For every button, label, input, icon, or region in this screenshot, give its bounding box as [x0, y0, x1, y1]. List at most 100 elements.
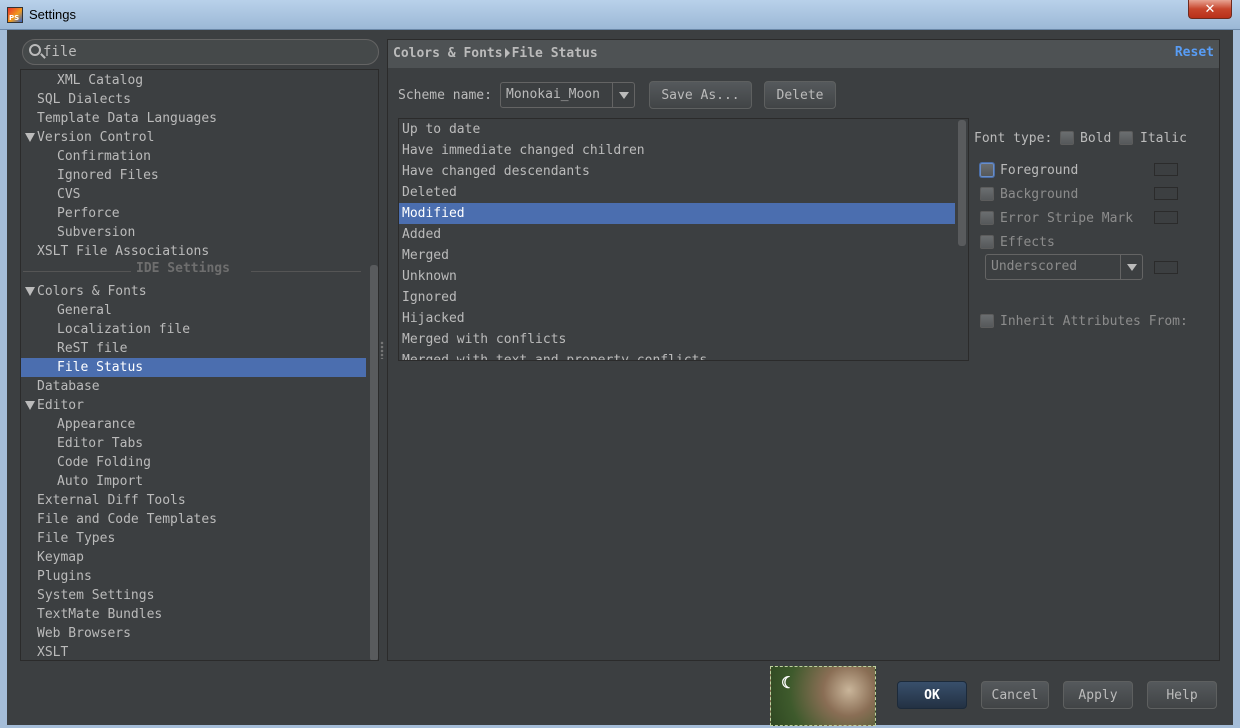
tree-item-file-types[interactable]: File Types — [21, 529, 366, 548]
tree-item-textmate-bundles[interactable]: TextMate Bundles — [21, 605, 366, 624]
bold-label: Bold — [1080, 131, 1112, 146]
save-as-button[interactable]: Save As... — [649, 81, 752, 109]
tree-item-label: Appearance — [57, 417, 136, 432]
window-frame-left — [0, 30, 7, 728]
tree-item-label: Web Browsers — [37, 626, 131, 641]
tree-item-external-diff-tools[interactable]: External Diff Tools — [21, 491, 366, 510]
tree-item-label: Editor — [37, 398, 84, 413]
list-item-unknown[interactable]: Unknown — [399, 266, 955, 287]
tree-item-cvs[interactable]: CVS — [21, 185, 366, 204]
tree-item-code-folding[interactable]: Code Folding — [21, 453, 366, 472]
section-label-ide-settings: IDE Settings — [136, 261, 230, 276]
inherit-attributes-label: Inherit Attributes From: — [1000, 314, 1188, 329]
file-status-list[interactable]: Up to date Have immediate changed childr… — [398, 118, 969, 361]
ok-button[interactable]: OK — [897, 681, 967, 709]
tree-item-auto-import[interactable]: Auto Import — [21, 472, 366, 491]
background-color-swatch[interactable] — [1154, 187, 1178, 200]
moon-icon: ☾ — [781, 673, 796, 692]
search-input[interactable] — [43, 43, 363, 61]
title-bar: PS Settings ✕ — [0, 0, 1240, 30]
expand-arrow-icon[interactable] — [25, 133, 35, 142]
tree-item-label: File Types — [37, 531, 116, 546]
tree-item-localization-file[interactable]: Localization file — [21, 320, 366, 339]
tree-item-rest-file[interactable]: ReST file — [21, 339, 366, 358]
tree-item-label: Database — [37, 379, 100, 394]
list-item-immediate-changed-children[interactable]: Have immediate changed children — [399, 140, 955, 161]
tree-item-database[interactable]: Database — [21, 377, 366, 396]
tree-item-general[interactable]: General — [21, 301, 366, 320]
apply-button[interactable]: Apply — [1063, 681, 1133, 709]
bold-checkbox[interactable] — [1060, 131, 1074, 145]
effects-type-select[interactable]: Underscored — [985, 254, 1143, 280]
foreground-color-swatch[interactable] — [1154, 163, 1178, 176]
scheme-name-label: Scheme name: — [398, 88, 492, 103]
tree-item-system-settings[interactable]: System Settings — [21, 586, 366, 605]
tree-item-keymap[interactable]: Keymap — [21, 548, 366, 567]
tree-item-xslt-file-associations[interactable]: XSLT File Associations — [21, 242, 366, 261]
tree-item-colors-fonts[interactable]: Colors & Fonts — [21, 282, 366, 301]
tree-item-subversion[interactable]: Subversion — [21, 223, 366, 242]
list-item-up-to-date[interactable]: Up to date — [399, 119, 955, 140]
background-checkbox[interactable] — [980, 187, 994, 201]
list-item-added[interactable]: Added — [399, 224, 955, 245]
tree-item-perforce[interactable]: Perforce — [21, 204, 366, 223]
tree-item-file-status[interactable]: File Status — [21, 358, 366, 377]
list-item-deleted[interactable]: Deleted — [399, 182, 955, 203]
list-scrollbar[interactable] — [958, 120, 966, 246]
tree-item-web-browsers[interactable]: Web Browsers — [21, 624, 366, 643]
list-item-merged-with-conflicts[interactable]: Merged with conflicts — [399, 329, 955, 350]
tree-item-label: SQL Dialects — [37, 92, 131, 107]
error-stripe-color-swatch[interactable] — [1154, 211, 1178, 224]
breadcrumb: Colors & Fonts File Status — [393, 46, 598, 61]
splitter-handle[interactable] — [380, 341, 384, 359]
list-item-changed-descendants[interactable]: Have changed descendants — [399, 161, 955, 182]
tree-item-label: File and Code Templates — [37, 512, 218, 527]
tree-item-editor-tabs[interactable]: Editor Tabs — [21, 434, 366, 453]
search-box[interactable] — [22, 39, 379, 65]
tree-item-label: XSLT — [37, 645, 69, 660]
window-frame-right — [1233, 30, 1240, 728]
italic-checkbox[interactable] — [1119, 131, 1133, 145]
foreground-checkbox[interactable] — [980, 163, 994, 177]
inherit-attributes-checkbox[interactable] — [980, 314, 994, 328]
list-item-ignored[interactable]: Ignored — [399, 287, 955, 308]
effects-checkbox[interactable] — [980, 235, 994, 249]
tree-item-plugins[interactable]: Plugins — [21, 567, 366, 586]
list-item-merged[interactable]: Merged — [399, 245, 955, 266]
tree-scrollbar[interactable] — [370, 265, 378, 660]
wallpaper-thumbnail: ☾ — [770, 666, 876, 726]
breadcrumb-arrow-icon — [504, 47, 510, 58]
tree-item-sql-dialects[interactable]: SQL Dialects — [21, 90, 366, 109]
effects-color-swatch[interactable] — [1154, 261, 1178, 274]
reset-link[interactable]: Reset — [1175, 45, 1214, 60]
search-icon — [29, 44, 41, 56]
close-button[interactable]: ✕ — [1188, 0, 1232, 19]
delete-button[interactable]: Delete — [764, 81, 836, 109]
help-button[interactable]: Help — [1147, 681, 1217, 709]
settings-tree[interactable]: XML Catalog SQL Dialects Template Data L… — [20, 69, 379, 661]
cancel-button[interactable]: Cancel — [981, 681, 1049, 709]
window-title: Settings — [29, 7, 76, 22]
tree-item-version-control[interactable]: Version Control — [21, 128, 366, 147]
list-item-modified[interactable]: Modified — [399, 203, 955, 224]
tree-item-label: Localization file — [57, 322, 191, 337]
tree-item-xslt[interactable]: XSLT — [21, 643, 366, 660]
tree-item-appearance[interactable]: Appearance — [21, 415, 366, 434]
tree-item-editor[interactable]: Editor — [21, 396, 366, 415]
chevron-down-icon — [1120, 255, 1142, 279]
tree-item-ignored-files[interactable]: Ignored Files — [21, 166, 366, 185]
tree-item-confirmation[interactable]: Confirmation — [21, 147, 366, 166]
tree-item-file-and-code-templates[interactable]: File and Code Templates — [21, 510, 366, 529]
section-divider — [251, 271, 361, 272]
tree-item-xml-catalog[interactable]: XML Catalog — [21, 71, 366, 90]
tree-item-label: Perforce — [57, 206, 120, 221]
expand-arrow-icon[interactable] — [25, 401, 35, 410]
list-item-merged-text-property-conflicts[interactable]: Merged with text and property conflicts — [399, 350, 955, 360]
expand-arrow-icon[interactable] — [25, 287, 35, 296]
breadcrumb-current: File Status — [511, 46, 598, 61]
foreground-label: Foreground — [1000, 163, 1079, 178]
scheme-name-select[interactable]: Monokai_Moon — [500, 82, 635, 108]
list-item-hijacked[interactable]: Hijacked — [399, 308, 955, 329]
tree-item-template-data-languages[interactable]: Template Data Languages — [21, 109, 366, 128]
error-stripe-checkbox[interactable] — [980, 211, 994, 225]
